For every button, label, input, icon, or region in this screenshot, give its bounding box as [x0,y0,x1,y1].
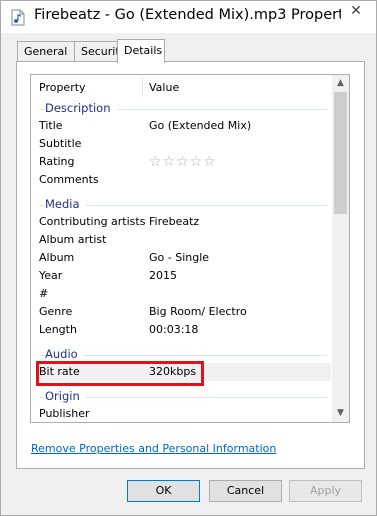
cancel-button[interactable]: Cancel [209,480,282,502]
group-origin: Origin [39,387,331,405]
property-value: Go (Extended Mix) [149,119,252,132]
tab-general[interactable]: General [17,41,75,62]
group-label: Media [45,197,86,211]
list-item-length[interactable]: Length 00:03:18 [39,321,331,339]
list-item-subtitle[interactable]: Subtitle [39,135,331,153]
column-divider[interactable] [142,77,143,97]
remove-properties-link[interactable]: Remove Properties and Personal Informati… [31,442,276,455]
property-name: Comments [39,173,99,186]
details-panel: Property Value Description Title Go (Ext… [16,61,365,469]
property-value: Firebeatz [149,215,200,228]
group-label: Audio [45,347,84,361]
property-name: Title [39,119,63,132]
property-value: Go - Single [149,251,210,264]
close-icon: ✕ [350,3,362,19]
property-name: Year [39,269,63,282]
property-name: Genre [39,305,73,318]
annotation-highlight-box [36,361,204,386]
list-item-rating[interactable]: Rating ☆☆☆☆☆ [39,153,331,171]
close-button[interactable]: ✕ [341,1,371,23]
properties-dialog: Firebeatz - Go (Extended Mix).mp3 Proper… [0,0,377,516]
property-value: Big Room/ Electro [149,305,247,318]
tab-details[interactable]: Details [117,39,165,63]
list-item-genre[interactable]: Genre Big Room/ Electro [39,303,331,321]
window-title: Firebeatz - Go (Extended Mix).mp3 Proper… [34,7,365,23]
audio-file-icon [11,9,25,26]
ok-button[interactable]: OK [127,480,200,502]
group-description: Description [39,99,331,117]
property-name: Album [39,251,75,264]
list-item-album[interactable]: Album Go - Single [39,249,331,267]
list-item-year[interactable]: Year 2015 [39,267,331,285]
property-name: Publisher [39,407,90,420]
scroll-up-icon[interactable]: ▲ [332,75,349,92]
property-name: Contributing artists [39,215,146,228]
list-item-comments[interactable]: Comments [39,171,331,189]
list-item-track-number[interactable]: # [39,285,331,303]
group-media: Media [39,195,331,213]
vertical-scrollbar[interactable]: ▲ ▼ [332,75,349,422]
rating-stars-icon[interactable]: ☆☆☆☆☆ [149,153,217,171]
list-item-contributing-artists[interactable]: Contributing artists Firebeatz [39,213,331,231]
scroll-down-icon[interactable]: ▼ [332,405,349,422]
title-bar[interactable]: Firebeatz - Go (Extended Mix).mp3 Proper… [1,1,376,33]
list-item-title[interactable]: Title Go (Extended Mix) [39,117,331,135]
property-name: Subtitle [39,137,82,150]
property-name: Length [39,323,77,336]
property-name: # [39,287,49,300]
property-value: 00:03:18 [149,323,199,336]
property-name: Album artist [39,233,107,246]
scroll-thumb[interactable] [334,92,347,214]
property-value: 2015 [149,269,177,282]
group-label: Description [45,101,117,115]
list-item-publisher[interactable]: Publisher [39,405,331,422]
property-name: Rating [39,155,75,168]
apply-button[interactable]: Apply [289,480,362,502]
list-item-album-artist[interactable]: Album artist [39,231,331,249]
group-label: Origin [45,389,86,403]
column-header-value[interactable]: Value [149,81,179,94]
column-header-property[interactable]: Property [39,81,86,94]
